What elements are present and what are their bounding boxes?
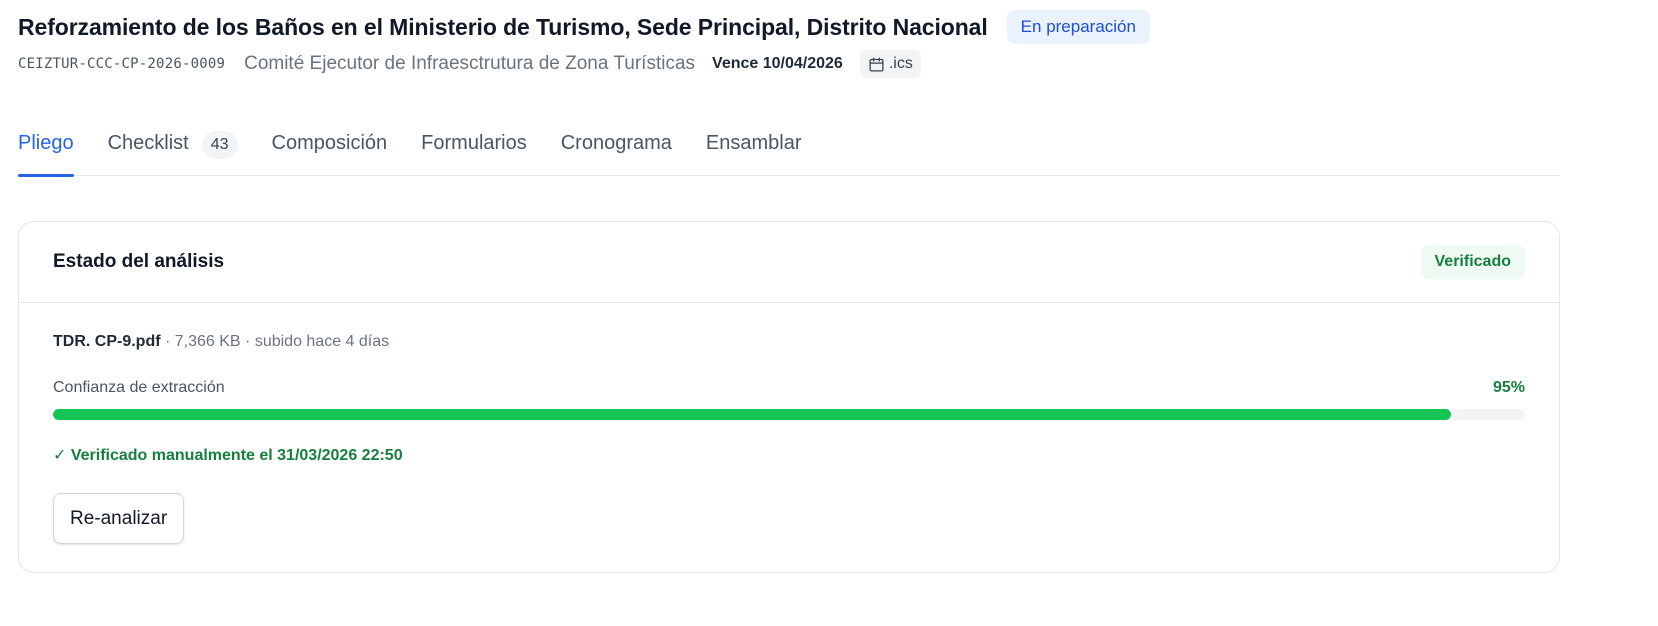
tab-label: Formularios (421, 132, 527, 154)
reanalyze-button[interactable]: Re-analizar (53, 493, 185, 544)
tab-label: Cronograma (560, 132, 672, 154)
tab-label: Composición (271, 132, 388, 154)
confidence-value: 95% (1492, 379, 1525, 396)
checklist-count-badge: 43 (201, 131, 238, 159)
tab-formularios[interactable]: Formularios (421, 120, 527, 176)
due-date: Vence 10/04/2026 (712, 55, 843, 72)
page: Reforzamiento de los Baños en el Ministe… (0, 0, 1658, 626)
header-meta-row: CEIZTUR-CCC-CP-2026-0009 Comité Ejecutor… (18, 50, 921, 78)
committee-name: Comité Ejecutor de Infraesctrutura de Zo… (244, 53, 696, 74)
header-title-row: Reforzamiento de los Baños en el Ministe… (18, 9, 1150, 45)
tab-bar: Pliego Checklist 43 Composición Formular… (18, 120, 1560, 177)
tab-ensamblar[interactable]: Ensamblar (706, 120, 802, 176)
tab-label: Ensamblar (705, 132, 802, 154)
file-info: TDR. CP-9.pdf · 7,366 KB · subido hace 4… (53, 333, 389, 351)
page-title: Reforzamiento de los Baños en el Ministe… (18, 13, 988, 40)
confidence-progress-fill (53, 409, 1452, 420)
analysis-card: Estado del análisis Verificado TDR. CP-9… (18, 221, 1560, 573)
confidence-row: Confianza de extracción 95% (53, 379, 1525, 397)
status-badge: En preparación (1006, 10, 1150, 44)
ics-download-button[interactable]: .ics (859, 50, 921, 78)
manual-verification-note: ✓ Verificado manualmente el 31/03/2026 2… (53, 447, 403, 464)
tab-checklist[interactable]: Checklist 43 (108, 120, 238, 176)
ics-label: .ics (888, 55, 913, 72)
file-name: TDR. CP-9.pdf (53, 333, 161, 350)
analysis-card-header: Estado del análisis Verificado (19, 222, 1559, 303)
tab-pliego[interactable]: Pliego (18, 120, 74, 177)
confidence-progress-bar (53, 409, 1525, 420)
tab-label: Checklist (107, 132, 189, 154)
tab-label: Pliego (18, 132, 74, 154)
confidence-label: Confianza de extracción (53, 379, 225, 396)
tab-cronograma[interactable]: Cronograma (561, 120, 672, 176)
file-meta: · 7,366 KB · subido hace 4 días (160, 333, 390, 350)
analysis-status-badge: Verificado (1420, 245, 1525, 279)
process-code: CEIZTUR-CCC-CP-2026-0009 (18, 56, 226, 72)
tab-composicion[interactable]: Composición (272, 120, 388, 176)
calendar-icon (869, 56, 884, 72)
analysis-card-title: Estado del análisis (53, 251, 225, 272)
